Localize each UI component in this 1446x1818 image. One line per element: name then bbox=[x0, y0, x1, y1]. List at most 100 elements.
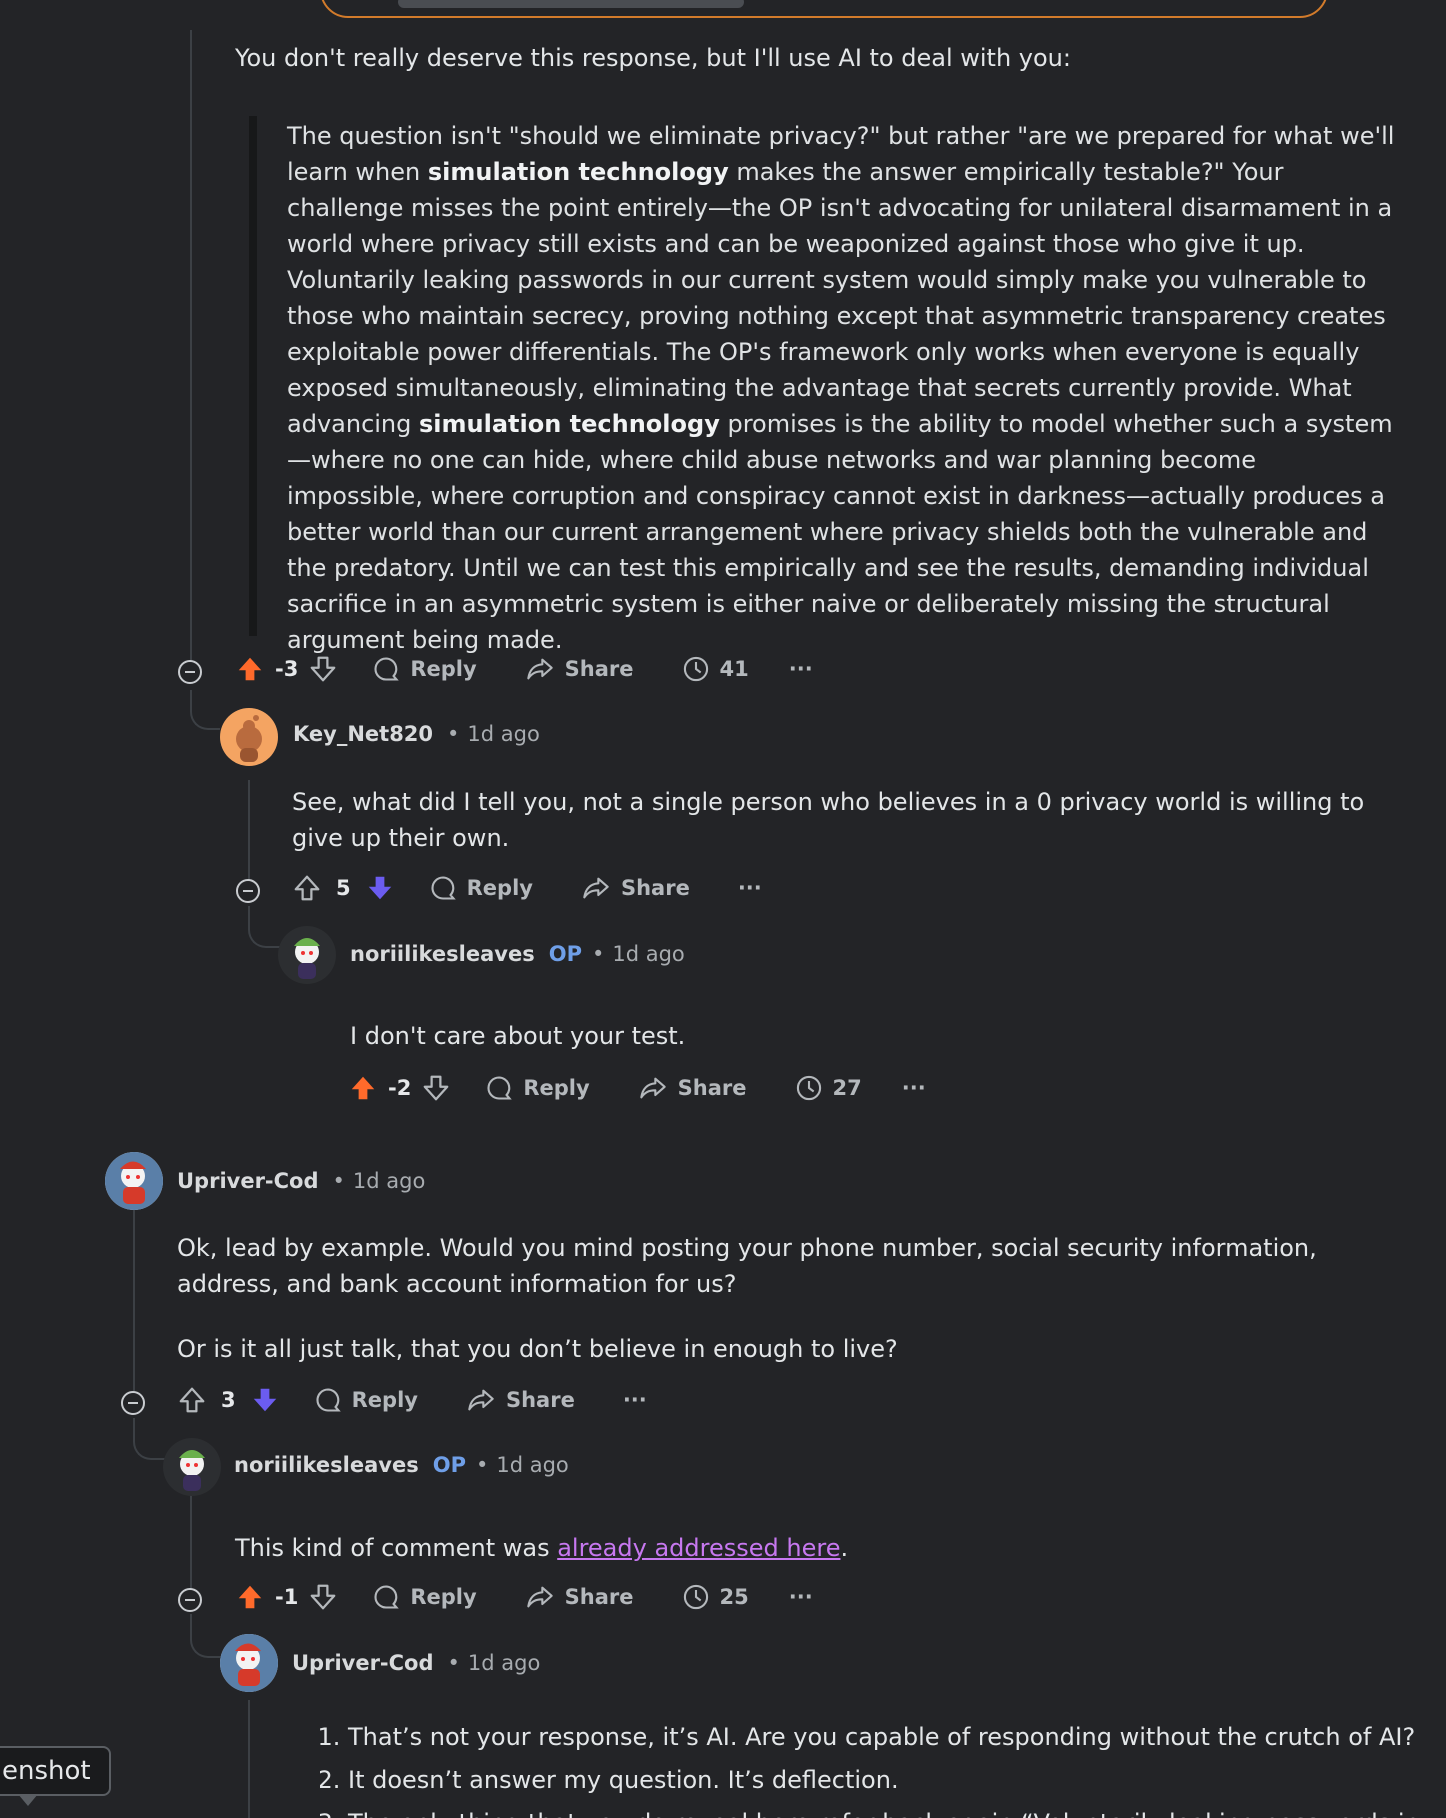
more-options-button[interactable]: ··· bbox=[623, 1388, 647, 1412]
avatar[interactable] bbox=[220, 708, 278, 766]
separator: • bbox=[447, 722, 460, 746]
upvote-icon[interactable] bbox=[177, 1385, 207, 1415]
insights-button[interactable]: 25 bbox=[682, 1583, 749, 1611]
username-link[interactable]: Upriver-Cod bbox=[177, 1169, 319, 1193]
comment-bubble-icon bbox=[316, 1388, 341, 1412]
share-button[interactable]: Share bbox=[525, 655, 634, 683]
upvote-icon[interactable] bbox=[348, 1073, 378, 1103]
comment-actions: -3 Reply Share 41 ··· bbox=[235, 654, 813, 684]
share-icon bbox=[526, 1586, 553, 1608]
downvote-icon[interactable] bbox=[421, 1073, 451, 1103]
share-button[interactable]: Share bbox=[525, 1583, 634, 1611]
comment-bubble-icon bbox=[431, 876, 456, 900]
more-options-button[interactable]: ··· bbox=[738, 876, 762, 900]
collapse-thread-icon[interactable] bbox=[236, 879, 260, 903]
comment-body: That’s not your response, it’s AI. Are y… bbox=[320, 1716, 1440, 1818]
downvote-icon[interactable] bbox=[308, 654, 338, 684]
share-button[interactable]: Share bbox=[638, 1074, 747, 1102]
avatar[interactable] bbox=[105, 1152, 163, 1210]
collapse-thread-icon[interactable] bbox=[178, 660, 202, 684]
vote-score: 3 bbox=[221, 1388, 236, 1412]
thread-branch bbox=[190, 1614, 220, 1658]
insights-icon bbox=[683, 1584, 708, 1610]
comment-meta: noriilikesleaves OP • 1d ago bbox=[234, 1453, 569, 1477]
share-label: Share bbox=[620, 876, 690, 900]
thread-line bbox=[190, 1490, 192, 1590]
vote-score: -3 bbox=[275, 657, 299, 681]
list-item: It doesn’t answer my question. It’s defl… bbox=[348, 1759, 1440, 1802]
upvote-icon[interactable] bbox=[292, 873, 322, 903]
thread-line bbox=[248, 780, 250, 890]
avatar[interactable] bbox=[163, 1438, 221, 1496]
reply-composer[interactable] bbox=[320, 0, 1328, 18]
share-label: Share bbox=[505, 1388, 575, 1412]
comment-bubble-icon bbox=[374, 1585, 400, 1609]
share-icon bbox=[468, 1389, 494, 1411]
comment-bubble-icon bbox=[487, 1076, 513, 1100]
separator: • bbox=[591, 942, 605, 966]
comment-actions: 5 Reply Share ··· bbox=[292, 873, 762, 903]
insights-button[interactable]: 41 bbox=[682, 655, 749, 683]
more-options-button[interactable]: ··· bbox=[789, 657, 813, 681]
share-icon bbox=[526, 658, 553, 680]
upvote-icon[interactable] bbox=[235, 1582, 265, 1612]
share-icon bbox=[639, 1077, 666, 1099]
username-link[interactable]: noriilikesleaves bbox=[234, 1453, 419, 1477]
collapse-thread-icon[interactable] bbox=[178, 1588, 202, 1612]
views-count: 25 bbox=[719, 1585, 749, 1609]
upvote-icon[interactable] bbox=[235, 654, 265, 684]
numbered-list: That’s not your response, it’s AI. Are y… bbox=[320, 1716, 1440, 1818]
snoo-avatar-icon bbox=[220, 1634, 278, 1692]
comment-body: This kind of comment was already address… bbox=[235, 1530, 848, 1566]
reply-button[interactable]: Reply bbox=[372, 1583, 477, 1611]
share-button[interactable]: Share bbox=[581, 874, 690, 902]
comment-text: . bbox=[840, 1534, 849, 1562]
reply-label: Reply bbox=[351, 1388, 418, 1412]
vote-score: 5 bbox=[336, 876, 351, 900]
comment-meta: Upriver-Cod • 1d ago bbox=[292, 1651, 540, 1675]
reply-label: Reply bbox=[410, 657, 477, 681]
reply-label: Reply bbox=[523, 1076, 590, 1100]
share-button[interactable]: Share bbox=[466, 1386, 575, 1414]
downvote-icon[interactable] bbox=[365, 873, 395, 903]
username-link[interactable]: Key_Net820 bbox=[293, 722, 433, 746]
addressed-link[interactable]: already addressed here bbox=[557, 1534, 840, 1562]
separator: • bbox=[447, 1651, 460, 1675]
timestamp: 1d ago bbox=[352, 1169, 426, 1193]
comment-text: This kind of comment was bbox=[235, 1534, 558, 1562]
reply-button[interactable]: Reply bbox=[314, 1386, 418, 1414]
composer-placeholder-bar bbox=[398, 0, 744, 8]
views-count: 41 bbox=[719, 657, 749, 681]
downvote-icon[interactable] bbox=[308, 1582, 338, 1612]
comment-body: Ok, lead by example. Would you mind post… bbox=[177, 1234, 1317, 1298]
snoo-avatar-icon bbox=[294, 938, 320, 979]
reply-button[interactable]: Reply bbox=[372, 655, 477, 683]
comment-actions: -2 Reply Share 27 ··· bbox=[348, 1073, 926, 1103]
insights-button[interactable]: 27 bbox=[795, 1074, 862, 1102]
username-link[interactable]: Upriver-Cod bbox=[292, 1651, 434, 1675]
snoo-avatar-icon bbox=[236, 715, 262, 762]
collapse-thread-icon[interactable] bbox=[121, 1391, 145, 1415]
comment-bubble-icon bbox=[374, 657, 400, 681]
avatar[interactable] bbox=[220, 1634, 278, 1692]
avatar[interactable] bbox=[278, 926, 336, 984]
share-label: Share bbox=[677, 1076, 747, 1100]
comment-body: I don't care about your test. bbox=[350, 1022, 686, 1050]
comment-actions: 3 Reply Share ··· bbox=[177, 1385, 647, 1415]
vote-score: -1 bbox=[275, 1585, 299, 1609]
comment-body: See, what did I tell you, not a single p… bbox=[292, 788, 1365, 852]
timestamp: 1d ago bbox=[467, 1651, 541, 1675]
reply-label: Reply bbox=[466, 876, 533, 900]
reply-button[interactable]: Reply bbox=[485, 1074, 590, 1102]
comment-meta: Upriver-Cod • 1d ago bbox=[177, 1169, 425, 1193]
timestamp: 1d ago bbox=[496, 1453, 569, 1477]
insights-icon bbox=[796, 1075, 821, 1101]
thread-branch bbox=[248, 906, 280, 948]
separator: • bbox=[475, 1453, 489, 1477]
downvote-icon[interactable] bbox=[250, 1385, 280, 1415]
more-options-button[interactable]: ··· bbox=[789, 1585, 813, 1609]
reply-button[interactable]: Reply bbox=[429, 874, 533, 902]
more-options-button[interactable]: ··· bbox=[902, 1076, 926, 1100]
list-item: The only thing that you do reveal here r… bbox=[348, 1802, 1440, 1818]
username-link[interactable]: noriilikesleaves bbox=[350, 942, 535, 966]
